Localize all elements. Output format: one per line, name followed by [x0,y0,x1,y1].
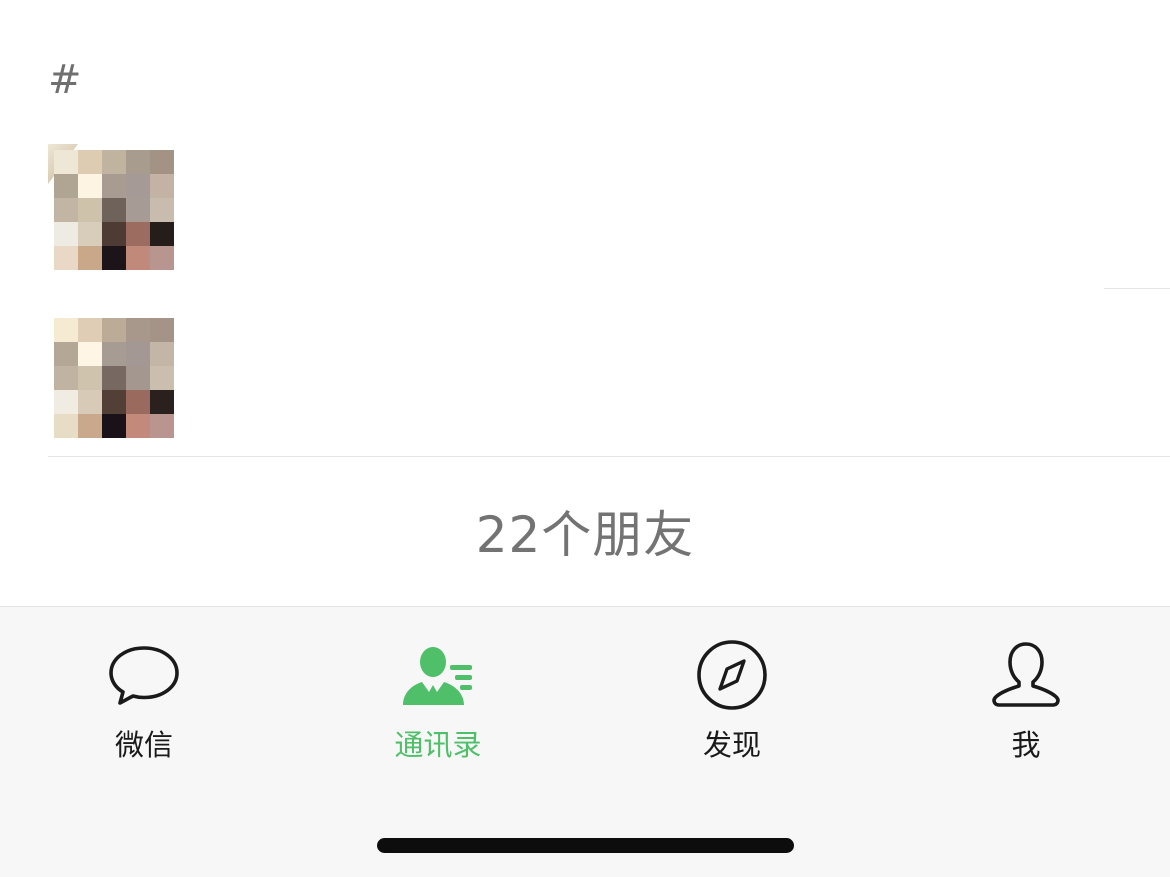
avatar-mosaic-cell [78,222,102,246]
avatar-mosaic-cell [150,174,174,198]
person-icon [992,642,1060,707]
tab-discover[interactable]: 发现 [632,635,832,765]
avatar-mosaic-cell [78,390,102,414]
avatar-mosaic-cell [150,198,174,222]
avatar-mosaic-cell [78,174,102,198]
avatar-mosaic-cell [78,150,102,174]
contact-avatar-pixelated[interactable] [54,318,174,438]
avatar-mosaic-cell [150,342,174,366]
avatar-mosaic-cell [78,246,102,270]
avatar-mosaic-cell [150,414,174,438]
avatar-mosaic-cell [102,318,126,342]
avatar-mosaic-cell [78,342,102,366]
avatar-mosaic-cell [126,222,150,246]
compass-icon [697,640,767,710]
avatar-mosaic-cell [102,390,126,414]
row-divider [48,456,1170,457]
avatar-mosaic-cell [54,150,78,174]
avatar-mosaic-cell [54,222,78,246]
avatar-mosaic-cell [102,366,126,390]
avatar-mosaic-cell [150,246,174,270]
avatar-mosaic-cell [54,174,78,198]
chat-bubble-icon [109,646,179,705]
avatar-mosaic-cell [54,366,78,390]
tab-contacts-label: 通讯录 [394,728,482,762]
avatar-mosaic-cell [126,198,150,222]
section-index-header: # [48,57,82,103]
avatar-mosaic-cell [78,366,102,390]
avatar-mosaic-cell [126,150,150,174]
tab-me-label: 我 [1011,728,1041,762]
tab-me[interactable]: 我 [926,635,1126,765]
avatar-mosaic-cell [102,414,126,438]
avatar-mosaic-cell [102,150,126,174]
avatar-mosaic-cell [126,246,150,270]
contacts-icon [403,647,472,705]
avatar-mosaic-cell [54,414,78,438]
contact-row[interactable] [0,122,1170,290]
avatar-mosaic-cell [126,342,150,366]
avatar-mosaic-cell [150,222,174,246]
bottom-tab-bar: 微信 通讯录 发现 我 [0,606,1170,877]
avatar-mosaic-cell [54,318,78,342]
tab-chats-label: 微信 [114,728,173,762]
avatar-mosaic-cell [150,366,174,390]
avatar-mosaic-cell [102,198,126,222]
home-indicator-bar[interactable] [377,838,794,853]
tab-discover-label: 发现 [702,728,761,762]
avatar-mosaic-cell [150,390,174,414]
avatar-mosaic-cell [54,246,78,270]
avatar-mosaic-cell [102,246,126,270]
contact-row[interactable] [0,290,1170,458]
avatar-mosaic-cell [102,342,126,366]
avatar-mosaic-cell [54,390,78,414]
avatar-mosaic-cell [126,390,150,414]
avatar-mosaic-cell [102,174,126,198]
contact-avatar-pixelated[interactable] [54,150,174,270]
avatar-mosaic-cell [78,198,102,222]
row-divider [1104,288,1170,289]
avatar-mosaic-cell [126,318,150,342]
avatar-mosaic-cell [54,342,78,366]
avatar-mosaic-cell [78,414,102,438]
avatar-mosaic-cell [150,318,174,342]
tab-contacts[interactable]: 通讯录 [338,635,538,765]
tab-chats[interactable]: 微信 [44,635,244,765]
wechat-contacts-screen: # 22个朋友 微信 通讯录 发现 我 [0,0,1170,877]
avatar-mosaic-cell [126,414,150,438]
avatar-mosaic-cell [54,198,78,222]
avatar-mosaic-cell [102,222,126,246]
avatar-mosaic-cell [126,174,150,198]
avatar-mosaic-cell [150,150,174,174]
avatar-mosaic-cell [78,318,102,342]
avatar-mosaic-cell [126,366,150,390]
friend-count-label: 22个朋友 [475,506,695,564]
